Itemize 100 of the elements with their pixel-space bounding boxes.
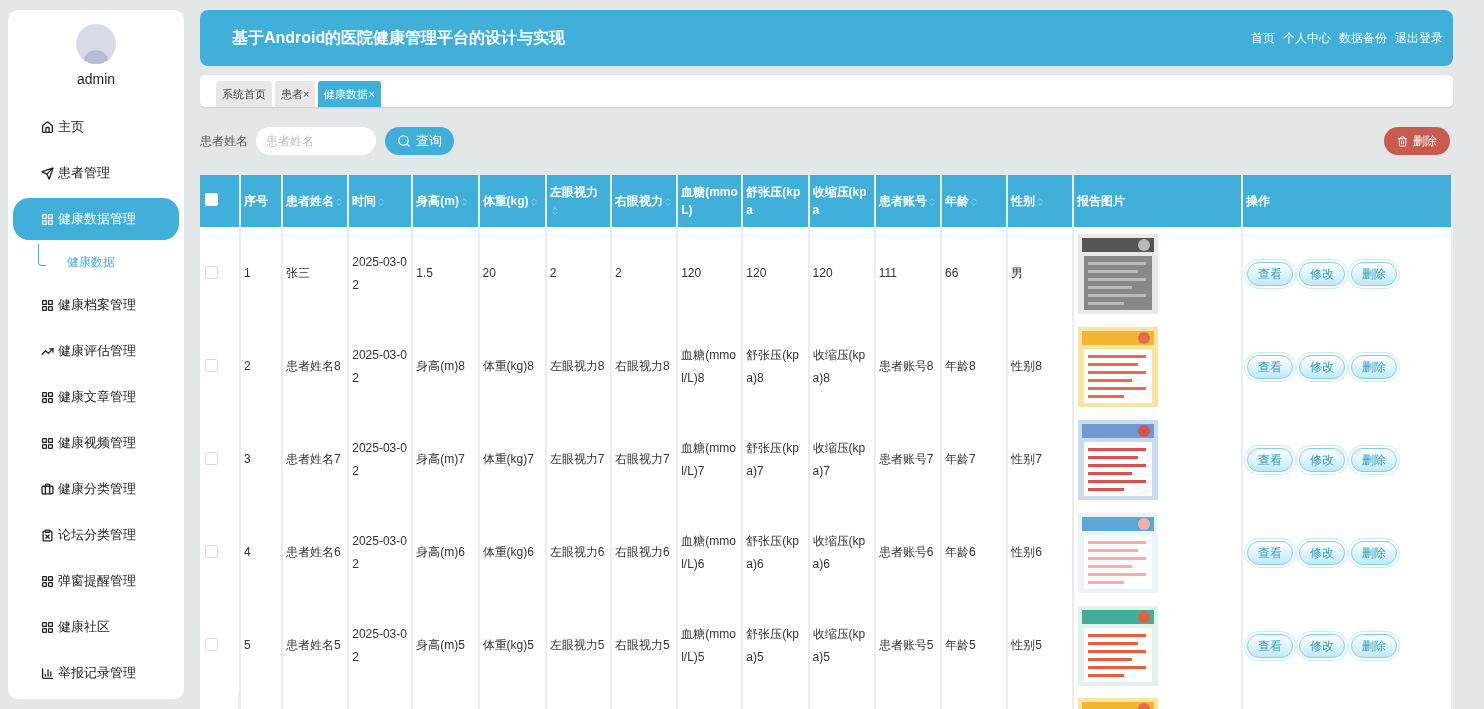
sidebar-item[interactable]: 健康数据管理 <box>13 198 179 240</box>
table-cell: 2025-03-02 <box>352 626 407 664</box>
table-cell: 收缩压(kpa)6 <box>812 533 866 571</box>
action-button[interactable]: 删除 <box>1350 447 1397 472</box>
sidebar-item[interactable]: 健康文章管理 <box>13 376 179 418</box>
column-header[interactable]: 患者账号 <box>874 175 941 227</box>
column-header[interactable]: 左眼视力 <box>545 175 611 227</box>
action-button[interactable]: 查看 <box>1246 540 1293 565</box>
tab[interactable]: 健康数据× <box>318 81 381 107</box>
sort-icon[interactable] <box>459 196 469 207</box>
action-button[interactable]: 查看 <box>1246 633 1293 658</box>
checkbox[interactable] <box>205 193 218 206</box>
app-title: 基于Android的医院健康管理平台的设计与实现 <box>232 28 566 48</box>
nav-link[interactable]: 数据备份 <box>1339 29 1387 47</box>
action-button[interactable]: 删除 <box>1350 354 1397 379</box>
sort-icon[interactable] <box>549 205 560 216</box>
sort-icon[interactable] <box>969 196 979 207</box>
tab[interactable]: 系统首页 <box>216 81 272 107</box>
table-cell: 5 <box>243 638 251 652</box>
paper-plane-icon <box>41 166 54 180</box>
action-button[interactable]: 修改 <box>1298 633 1345 658</box>
checkbox[interactable] <box>205 265 218 279</box>
search-field[interactable]: 患者姓名 <box>256 127 376 155</box>
checkbox[interactable] <box>205 358 218 372</box>
table-cell: 右眼视力5 <box>614 638 670 652</box>
column-header: 操作 <box>1241 175 1452 227</box>
table-cell: 体重(kg)7 <box>482 452 534 466</box>
grid-icon <box>41 620 54 634</box>
column-header[interactable]: 患者姓名 <box>282 175 349 227</box>
sidebar-item[interactable]: 健康评估管理 <box>13 330 179 372</box>
sidebar-item[interactable]: 举报记录管理 <box>13 652 179 694</box>
search-button[interactable]: 查询 <box>385 127 454 155</box>
column-header[interactable]: 身高(m) <box>412 175 479 227</box>
sidebar-item[interactable]: 弹窗提醒管理 <box>13 560 179 602</box>
sort-icon[interactable] <box>376 196 387 207</box>
table-cell: 体重(kg)8 <box>482 359 534 373</box>
column-header[interactable]: 右眼视力 <box>610 175 678 227</box>
table-cell: 血糖(mmol/L)6 <box>681 533 736 571</box>
sort-icon[interactable] <box>926 196 937 207</box>
table-cell: 2 <box>549 266 557 280</box>
nav-link[interactable]: 首页 <box>1251 29 1275 47</box>
nav-link[interactable]: 个人中心 <box>1283 29 1331 47</box>
checkbox[interactable] <box>205 637 218 651</box>
sort-icon[interactable] <box>528 196 539 207</box>
action-button[interactable]: 删除 <box>1350 540 1397 565</box>
table-cell: 血糖(mmol/L)8 <box>681 347 736 385</box>
tab[interactable]: 患者× <box>275 81 316 107</box>
column-header[interactable]: 体重(kg) <box>478 175 546 227</box>
table-cell: 2025-03-02 <box>352 254 407 292</box>
table-cell: 年龄6 <box>945 545 976 559</box>
table-cell: 4 <box>243 545 251 559</box>
table-cell: 男 <box>1011 266 1024 280</box>
action-button[interactable]: 修改 <box>1298 447 1345 472</box>
column-header[interactable]: 时间 <box>348 175 413 227</box>
action-button[interactable]: 修改 <box>1298 540 1345 565</box>
sidebar-item[interactable]: 主页 <box>13 106 179 148</box>
sidebar-item[interactable]: 健康视频管理 <box>13 422 179 464</box>
sort-icon[interactable] <box>662 196 673 207</box>
delete-button[interactable]: 删除 <box>1384 127 1450 155</box>
table-cell: 1.5 <box>416 266 433 280</box>
action-button[interactable]: 修改 <box>1298 354 1345 379</box>
column-header[interactable]: 年龄 <box>941 175 1008 227</box>
table-cell: 血糖(mmol/L)7 <box>681 440 736 478</box>
grid-icon <box>41 298 54 312</box>
sidebar-item[interactable]: 患者管理 <box>13 152 179 194</box>
sidebar-subitem[interactable]: 健康数据 <box>67 253 115 271</box>
checkbox[interactable] <box>205 544 218 558</box>
nav-link[interactable]: 退出登录 <box>1395 29 1443 47</box>
sidebar-item[interactable]: 论坛分类管理 <box>13 514 179 556</box>
sidebar-item[interactable]: 健康社区 <box>13 606 179 648</box>
table-cell: 患者账号8 <box>878 359 934 373</box>
table-cell: 2 <box>243 359 251 373</box>
table-cell: 120 <box>812 266 833 280</box>
table-cell: 2025-03-02 <box>352 347 407 385</box>
action-button[interactable]: 删除 <box>1350 633 1397 658</box>
checkbox[interactable] <box>205 451 218 465</box>
table-cell: 患者账号7 <box>878 452 934 466</box>
action-button[interactable]: 修改 <box>1298 261 1345 286</box>
table-cell: 体重(kg)6 <box>482 545 534 559</box>
column-header: 舒张压(kpa <box>742 175 809 227</box>
sort-icon[interactable] <box>1035 196 1046 207</box>
table-cell: 舒张压(kpa)7 <box>746 440 800 478</box>
tree-connector <box>38 244 46 266</box>
table-cell: 患者姓名5 <box>286 638 341 652</box>
action-button[interactable]: 查看 <box>1246 354 1293 379</box>
grid-icon <box>41 436 54 450</box>
table-cell: 身高(m)8 <box>416 359 465 373</box>
action-button[interactable]: 查看 <box>1246 447 1293 472</box>
sidebar-item[interactable]: 健康分类管理 <box>13 468 179 510</box>
table-cell: 2 <box>614 266 622 280</box>
sidebar-item[interactable]: 健康档案管理 <box>13 284 179 326</box>
grid-icon <box>41 574 54 588</box>
action-button[interactable]: 查看 <box>1246 261 1293 286</box>
briefcase-icon <box>41 482 54 496</box>
action-button[interactable]: 删除 <box>1350 261 1397 286</box>
sort-icon[interactable] <box>334 196 344 207</box>
column-header[interactable]: 性别 <box>1007 175 1074 227</box>
table-cell: 舒张压(kpa)8 <box>746 347 800 385</box>
table-cell: 年龄7 <box>945 452 976 466</box>
table-cell: 收缩压(kpa)5 <box>812 626 866 664</box>
